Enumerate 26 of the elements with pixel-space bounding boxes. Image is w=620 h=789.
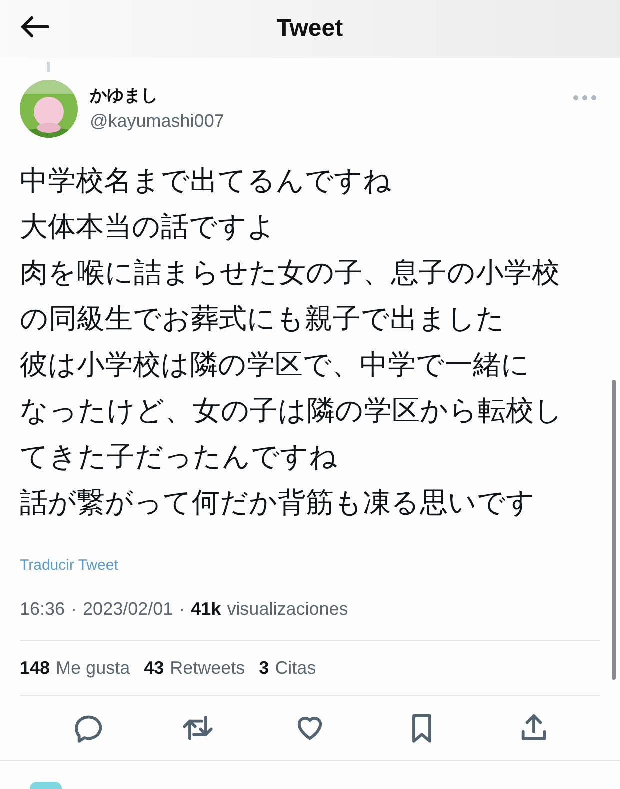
tweet-text-line: てきた子だったんですね bbox=[20, 440, 338, 474]
stat-label[interactable]: Me gusta bbox=[56, 654, 130, 682]
translate-link[interactable]: Traducir Tweet bbox=[20, 557, 118, 574]
tweet-text-line: 大体本当の話ですよ bbox=[20, 210, 276, 244]
tweet-text-line: 肉を喉に詰まらせた女の子、息子の小学校 bbox=[20, 256, 560, 290]
separator-dot: · bbox=[71, 598, 78, 621]
back-arrow-icon[interactable] bbox=[20, 15, 50, 39]
stat-count[interactable]: 148 bbox=[20, 654, 50, 682]
tweet-text-line: なったけど、女の子は隣の学区から転校し bbox=[20, 394, 563, 428]
views-label: visualizaciones bbox=[227, 598, 348, 621]
author-handle[interactable]: @kayumashi007 bbox=[90, 108, 224, 134]
header-title: Tweet bbox=[276, 14, 344, 44]
tweet-text-line: の同級生でお葬式にも親子で出ました bbox=[20, 302, 505, 336]
stat-label[interactable]: Citas bbox=[275, 654, 316, 682]
tweet-text-line: 中学校名まで出てるんですね bbox=[20, 164, 392, 198]
stat-count[interactable]: 3 bbox=[259, 654, 270, 682]
author-name[interactable]: かゆまし bbox=[90, 84, 224, 108]
tweet-time: 16:36 bbox=[20, 598, 66, 621]
stat-count[interactable]: 43 bbox=[144, 654, 164, 682]
separator-dot: · bbox=[179, 598, 186, 621]
scrollbar-thumb[interactable] bbox=[612, 380, 616, 680]
tweet-date: 2023/02/01 bbox=[83, 598, 174, 621]
stat-label[interactable]: Retweets bbox=[170, 654, 246, 682]
tweet-text-line: 話が繋がって何だか背筋も凍る思いです bbox=[20, 486, 535, 520]
tweet-text-line: 彼は小学校は隣の学区で、中学で一緒に bbox=[20, 348, 530, 382]
views-count: 41k bbox=[191, 598, 222, 621]
